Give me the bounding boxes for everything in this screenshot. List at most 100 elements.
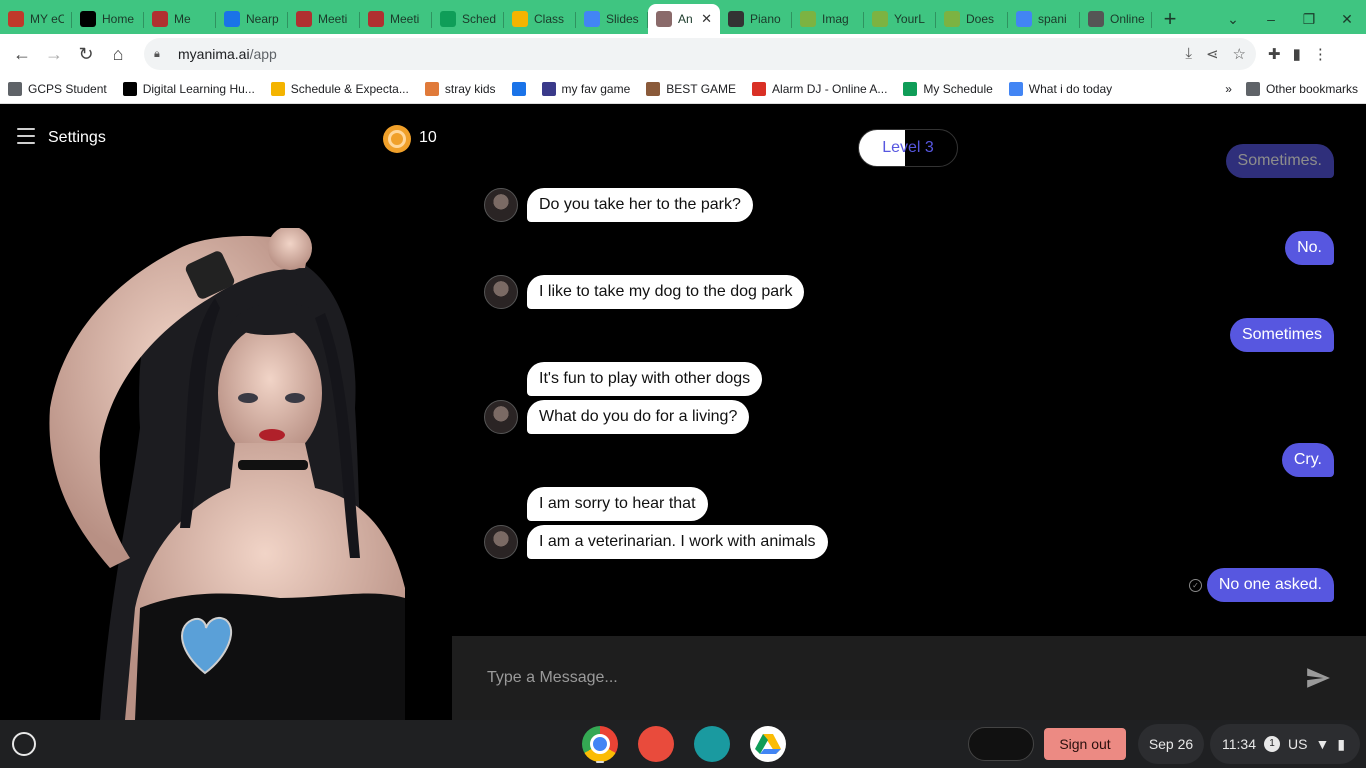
browser-tab[interactable]: Meeti — [360, 4, 432, 34]
tote-icon[interactable] — [968, 727, 1034, 761]
bookmark-item[interactable]: My Schedule — [903, 81, 993, 96]
tab-title: Imag — [822, 12, 849, 26]
bookmark-label: my fav game — [561, 81, 631, 96]
new-tab-button[interactable]: + — [1152, 4, 1188, 34]
tab-title: Me — [174, 12, 191, 26]
browser-tab[interactable]: Slides — [576, 4, 648, 34]
other-bookmarks[interactable]: Other bookmarks — [1245, 81, 1358, 96]
bookmark-item[interactable]: Alarm DJ - Online A... — [752, 81, 887, 96]
browser-tab[interactable]: Does — [936, 4, 1008, 34]
browser-tab[interactable]: An ✕ — [648, 4, 720, 34]
home-icon[interactable]: ⌂ — [102, 38, 134, 70]
bookmark-favicon-icon — [541, 81, 556, 96]
browser-tab[interactable]: Piano — [720, 4, 792, 34]
browser-tab[interactable]: Nearp — [216, 4, 288, 34]
back-icon[interactable]: ← — [6, 38, 38, 70]
install-app-icon[interactable]: ⤓ — [1185, 45, 1192, 63]
canvas-app-icon[interactable] — [638, 726, 674, 762]
tab-title: Meeti — [390, 12, 420, 26]
classroom-icon[interactable] — [694, 726, 730, 762]
settings-link[interactable]: Settings — [48, 129, 106, 147]
browser-tab[interactable]: MY eC — [0, 4, 72, 34]
bookmark-label: stray kids — [444, 81, 496, 96]
bookmark-favicon-icon — [903, 81, 918, 96]
tab-favicon-icon — [512, 11, 528, 27]
browser-tab[interactable]: YourL — [864, 4, 936, 34]
bookmark-item[interactable]: GCPS Student — [8, 81, 107, 96]
extensions-icon[interactable]: ✚ — [1268, 45, 1281, 63]
tab-title: spani — [1038, 12, 1067, 26]
address-bar[interactable]: 🔒︎ myanima.ai/app ⤓ ⋖ ☆ — [144, 38, 1256, 70]
close-window-icon[interactable]: ✕ — [1328, 11, 1366, 28]
tab-title: Does — [966, 12, 995, 26]
lock-icon[interactable]: 🔒︎ — [154, 48, 166, 60]
tab-strip: MY eC Home Me Nearp Meeti Meeti Sched Class Slid… — [0, 0, 1366, 34]
message-input[interactable] — [487, 669, 1305, 687]
tab-favicon-icon — [656, 11, 672, 27]
minimize-icon[interactable]: – — [1252, 11, 1290, 27]
tab-title: Nearp — [246, 12, 279, 26]
more-bookmarks-icon[interactable]: » — [1225, 82, 1232, 96]
other-bookmarks-label: Other bookmarks — [1265, 81, 1358, 96]
sign-out-button[interactable]: Sign out — [1044, 728, 1126, 760]
level-badge[interactable]: Level 3 — [858, 129, 958, 167]
side-panel-icon[interactable]: ▮ — [1293, 45, 1301, 63]
tab-favicon-icon — [152, 11, 168, 27]
wifi-icon: ▼ — [1315, 736, 1330, 752]
restore-icon[interactable]: ❐ — [1290, 11, 1328, 28]
browser-tab[interactable]: Online — [1080, 4, 1152, 34]
bookmark-item[interactable]: BEST GAME — [646, 81, 737, 96]
send-icon[interactable] — [1305, 665, 1331, 691]
tab-search-icon[interactable]: ⌄ — [1214, 11, 1252, 28]
bookmark-favicon-icon — [752, 81, 767, 96]
bookmark-item[interactable]: Digital Learning Hu... — [122, 81, 255, 96]
browser-tab[interactable]: Home — [72, 4, 144, 34]
pinned-apps — [582, 726, 786, 762]
bookmark-item[interactable] — [511, 81, 526, 96]
tab-title: YourL — [894, 12, 925, 26]
bookmark-favicon-icon — [424, 81, 439, 96]
browser-tab[interactable]: Sched — [432, 4, 504, 34]
tab-title: Slides — [606, 12, 639, 26]
bookmark-label: BEST GAME — [666, 81, 737, 96]
close-tab-icon[interactable]: ✕ — [701, 11, 712, 27]
chrome-icon[interactable] — [582, 726, 618, 762]
user-message: No. — [1285, 231, 1334, 265]
status-tray[interactable]: 11:34 1 US ▼ ▮ — [1210, 724, 1360, 764]
tab-favicon-icon — [944, 11, 960, 27]
hamburger-menu-icon[interactable] — [17, 128, 35, 146]
bot-message: Do you take her to the park? — [527, 188, 753, 222]
browser-tab[interactable]: spani — [1008, 4, 1080, 34]
bot-message: What do you do for a living? — [527, 400, 750, 434]
bookmark-item[interactable]: stray kids — [424, 81, 496, 96]
user-message: No one asked. — [1206, 568, 1334, 602]
bot-message: I am a veterinarian. I work with animals — [527, 525, 828, 559]
chat-panel: Level 3 Sometimes. Do you take her to th… — [450, 108, 1366, 636]
character-avatar — [49, 228, 405, 720]
bookmark-label: GCPS Student — [28, 81, 107, 96]
share-icon[interactable]: ⋖ — [1206, 45, 1219, 63]
menu-icon[interactable]: ⋮ — [1313, 45, 1328, 63]
delivered-check-icon: ✓ — [1189, 579, 1202, 592]
browser-tab[interactable]: Class — [504, 4, 576, 34]
bookmark-label: What i do today — [1028, 81, 1113, 96]
bot-avatar — [484, 275, 518, 309]
reload-icon[interactable]: ↻ — [70, 38, 102, 70]
browser-tab[interactable]: Imag — [792, 4, 864, 34]
bot-message: I am sorry to hear that — [527, 487, 708, 521]
battery-icon: ▮ — [1337, 735, 1346, 752]
tab-title: Class — [534, 12, 565, 26]
bookmark-item[interactable]: What i do today — [1008, 81, 1113, 96]
browser-tab[interactable]: Me — [144, 4, 216, 34]
bookmark-star-icon[interactable]: ☆ — [1233, 45, 1246, 63]
tab-favicon-icon — [872, 11, 888, 27]
bookmark-item[interactable]: Schedule & Expecta... — [270, 81, 409, 96]
tab-title: Online — [1110, 12, 1144, 26]
drive-icon[interactable] — [750, 726, 786, 762]
forward-icon[interactable]: → — [38, 38, 70, 70]
date-tray[interactable]: Sep 26 — [1138, 724, 1204, 764]
bookmark-item[interactable]: my fav game — [541, 81, 631, 96]
tab-favicon-icon — [224, 11, 240, 27]
launcher-icon[interactable] — [12, 732, 36, 756]
browser-tab[interactable]: Meeti — [288, 4, 360, 34]
